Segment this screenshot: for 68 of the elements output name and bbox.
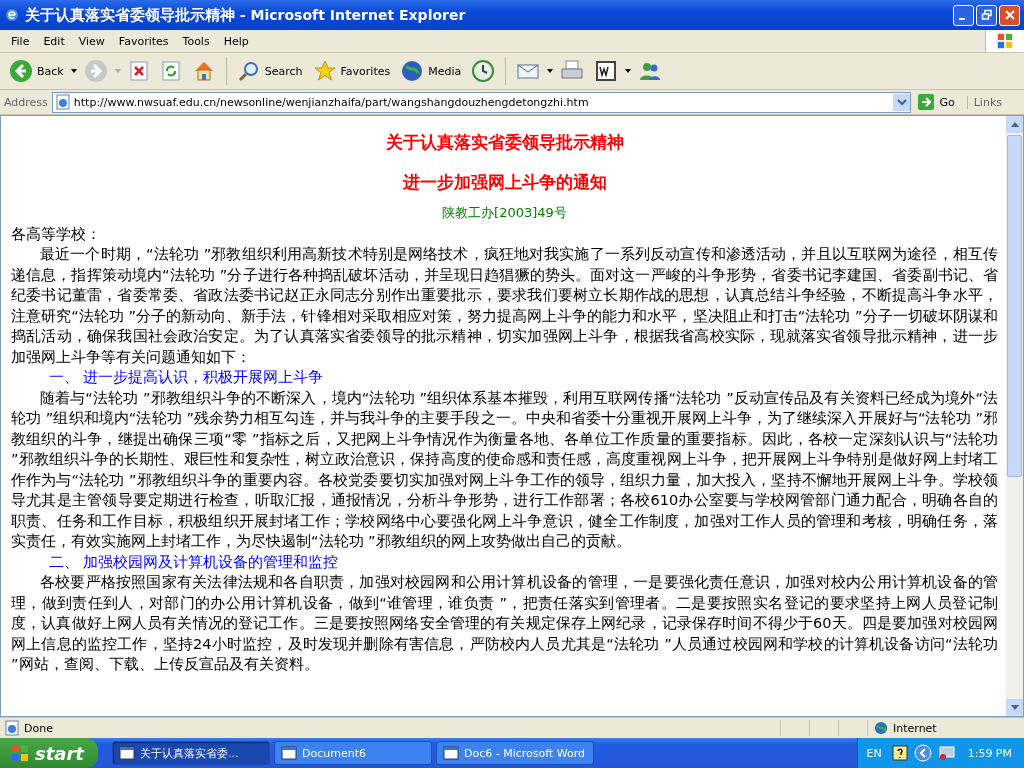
stop-icon[interactable] bbox=[127, 60, 150, 82]
windows-flag-icon bbox=[995, 32, 1015, 50]
links-label[interactable]: Links bbox=[966, 95, 1020, 109]
favorites-button[interactable]: Favorites bbox=[309, 57, 394, 85]
menu-item[interactable]: View bbox=[71, 34, 112, 48]
menu-item[interactable]: File bbox=[4, 34, 37, 48]
page-icon bbox=[54, 94, 71, 110]
close-icon bbox=[1003, 9, 1016, 21]
star-icon bbox=[312, 59, 337, 83]
media-button[interactable]: Media bbox=[397, 57, 465, 85]
minimize-icon bbox=[959, 18, 965, 20]
scroll-up-button[interactable] bbox=[1006, 116, 1023, 133]
document-title: 进一步加强网上斗争的通知 bbox=[401, 171, 608, 194]
globe-icon bbox=[400, 59, 425, 83]
window-icon bbox=[281, 745, 297, 761]
vertical-scrollbar[interactable] bbox=[1006, 116, 1023, 716]
address-label: Address bbox=[4, 95, 48, 109]
back-button[interactable]: Back bbox=[6, 57, 67, 85]
menu-item[interactable]: Tools bbox=[175, 34, 217, 48]
section-heading: 二、 加强校园网及计算机设备的管理和监控 bbox=[47, 552, 340, 572]
document-title: 关于认真落实省委领导批示精神 bbox=[384, 131, 625, 154]
section-heading: 一、 进一步提高认识，积极开展网上斗争 bbox=[47, 368, 325, 387]
caret-icon[interactable] bbox=[547, 69, 554, 73]
caret-icon bbox=[896, 97, 907, 107]
salutation: 各高等学校： bbox=[11, 225, 102, 244]
document-number: 陕教工办[2003]49号 bbox=[441, 204, 568, 222]
up-arrow-icon bbox=[1010, 122, 1019, 127]
globe-icon bbox=[874, 721, 888, 735]
start-button[interactable]: start bbox=[0, 738, 98, 768]
refresh-icon[interactable] bbox=[159, 60, 182, 82]
close-button[interactable] bbox=[999, 4, 1020, 26]
menu-item[interactable]: Edit bbox=[36, 34, 72, 48]
menu-item[interactable]: Favorites bbox=[111, 34, 176, 48]
arrow-circle-icon[interactable] bbox=[913, 744, 932, 762]
window-icon bbox=[119, 745, 135, 761]
window-title: 关于认真落实省委领导批示精神 - Microsoft Internet Explorer bbox=[25, 5, 467, 25]
monitor-icon[interactable] bbox=[937, 744, 956, 762]
menu-item[interactable]: Help bbox=[216, 34, 256, 48]
go-button[interactable]: Go bbox=[915, 93, 963, 111]
taskbar-button[interactable]: 关于认真落实省委... bbox=[112, 741, 270, 765]
body-paragraph: 随着与“法轮功 ”邪教组织斗争的不断深入，境内“法轮功 ”组织体系基本摧毁，利用互联网传播“法轮功 ”反动宣传品及有关资料已经成为境外“法轮功 ”组织和境内“法轮功 ”残余势力相互勾连，并与我斗争的主要手段之一。中央和省委十分重视开展网上斗争，为了继续深入开展好与“法轮功 ”邪教组织的斗争，继提出确保三项“零 ”指标之后，又把网上斗争情况作为衡量各地、各单位工作质量的重要指标。因此，各校一定深刻认识与“法轮功 ”邪教组织斗争的长期性、艰巨性和复杂性，树立政治意识，保持高度的使命感和责任感，高度重视网上斗争，把开展网上斗争特别是做好网上封堵工作作为与“法轮功 ”邪教组织斗争的重要内容。各校党委要切实加强对网上斗争工作的领导，组织力量，加大投入，坚持不懈地开展网上斗争。学校领导尤其是主管领导要定期进行检查，听取汇报，通报情况，分析斗争形势，进行工作部署；各校610办公室要与学校网管部门通力配合，明确各自的职责、任务和工作目标，积极组织开展封堵工作；学校网络中心要强化网上斗争意识，健全工作制度，加强对工作人员的管理和考核，明确任务，落实责任，有效实施网上封堵工作，为尽快遏制“法轮功 ”邪教组织的网上攻势做出自己的贡献。 bbox=[11, 388, 998, 551]
status-text: Done bbox=[24, 721, 54, 735]
address-field[interactable]: http://www.nwsuaf.edu.cn/newsonline/wenjianzhaifa/part/wangshangdouzhengdetongzhi.htm bbox=[51, 91, 912, 113]
url-text: http://www.nwsuaf.edu.cn/newsonline/wenjianzhaifa/part/wangshangdouzhengdetongzhi.htm bbox=[73, 95, 590, 109]
dropdown-button[interactable] bbox=[893, 93, 911, 111]
windows-flag-icon bbox=[10, 743, 30, 763]
scroll-thumb[interactable] bbox=[1007, 135, 1022, 477]
search-icon bbox=[236, 59, 261, 83]
restore-button[interactable] bbox=[976, 4, 997, 26]
history-clock-icon[interactable] bbox=[471, 59, 496, 83]
taskbar-button[interactable]: Doc6 - Microsoft Word bbox=[436, 741, 594, 765]
body-paragraph: 最近一个时期，“法轮功 ”邪教组织利用高新技术特别是网络技术，疯狂地对我实施了一系列反动宣传和渗透活动，并且以互联网为途径，相互传递信息，指挥策动境内“法轮功 ”分子进行各种捣乱破坏活动，并呈现日趋猖獗的势头。面对这一严峻的斗争形势，省委书记李建国、省委副书记、省纪委书记董雷，省委常委、省政法委书记赵正永同志分别作出重要批示，要求我们要树立长期作战的思想，认真总结斗争经验，不断提高斗争水平，注意研究“法轮功 ”分子的新动向、新手法，针锋相对采取相应对策，努力提高网上斗争的能力和水平，坚决阻止和打击“法轮功 ”分子一切破坏阴谋和捣乱活动，确保我国社会政治安定。为了认真落实省委领导的批示精神，切实加强网上斗争，根据我省高校实际，现就落实省领导批示精神，进一步加强网上斗争等有关问题通知如下： bbox=[11, 245, 998, 367]
help-icon[interactable] bbox=[891, 745, 908, 761]
page-icon bbox=[4, 720, 20, 736]
globe-e-icon bbox=[4, 7, 20, 23]
clock: 1:59 PM bbox=[967, 746, 1012, 760]
search-button[interactable]: Search bbox=[233, 57, 306, 85]
down-arrow-icon bbox=[1010, 705, 1019, 710]
caret-icon[interactable] bbox=[70, 69, 77, 73]
word-document-icon[interactable] bbox=[594, 59, 619, 83]
taskbar-button[interactable]: Document6 bbox=[274, 741, 432, 765]
window-icon bbox=[443, 745, 459, 761]
minimize-button[interactable] bbox=[953, 4, 974, 26]
scroll-down-button[interactable] bbox=[1006, 699, 1023, 716]
zone-text: Internet bbox=[893, 721, 937, 735]
caret-icon[interactable] bbox=[625, 69, 632, 73]
body-paragraph: 各校要严格按照国家有关法律法规和各自职责，加强对校园网和公用计算机设备的管理，一是要强化责任意识，加强对校内公用计算机设备的管理，做到责任到人，对部门的办公用计算机设备，做到“谁管理，谁负责 ”，把责任落实到管理者。二是要按照实名登记的要求坚持上网人员登记制度，认真做好上网人员有关情况的登记工作。三是要按照网络安全管理的有关规定保存上网纪录，记录保存时间不得少于60天。四是要加强对校园网网上信息的监控工作，坚持24小时监控，及时发现并删除有害信息，严防校内人员尤其是“法轮功 ”人员通过校园网和学校的计算机设备访问“法轮功 ”网站，查阅、下载、上传反宣品及有关资料。 bbox=[11, 573, 998, 674]
restore-icon bbox=[980, 9, 993, 21]
